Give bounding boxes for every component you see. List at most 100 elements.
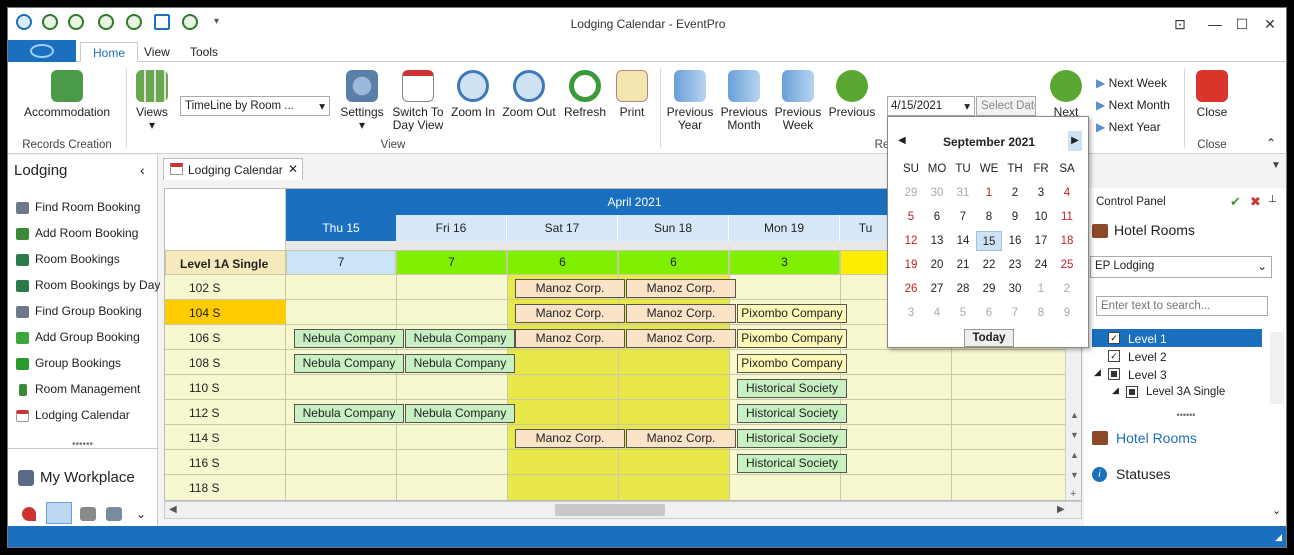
nav-item-find-room-booking[interactable]: Find Room Booking <box>16 200 140 220</box>
day-header-sat-17[interactable]: Sat 17 <box>507 215 618 241</box>
booking-pixombo[interactable]: Pixombo Company <box>737 304 847 323</box>
close-button[interactable]: Close <box>1190 70 1234 119</box>
tree-item-level-3[interactable]: ◢ Level 3 <box>1092 365 1262 383</box>
resize-grip-icon[interactable]: ◢ <box>1275 532 1282 543</box>
day-cell-selected[interactable]: 15 <box>976 231 1002 251</box>
day-header-fri-16[interactable]: Fri 16 <box>396 215 507 241</box>
day-cell[interactable]: 20 <box>924 255 950 275</box>
booking-manoz[interactable]: Manoz Corp. <box>626 304 736 323</box>
day-cell[interactable]: 17 <box>1028 231 1054 251</box>
checkbox-checked[interactable]: ✓ <box>1108 332 1120 344</box>
day-cell[interactable]: 30 <box>1002 279 1028 299</box>
nav-item-group-bookings[interactable]: Group Bookings <box>16 356 121 376</box>
nav-item-room-management[interactable]: Room Management <box>16 382 140 402</box>
panel-chevron-icon[interactable]: ⌄ <box>1272 504 1281 517</box>
day-cell[interactable]: 9 <box>1002 207 1028 227</box>
day-cell[interactable]: 2 <box>1054 279 1080 299</box>
scroll-left-icon[interactable]: ◀ <box>169 504 177 515</box>
nav-item-room-bookings[interactable]: Room Bookings <box>16 252 120 272</box>
tree-scrollbar[interactable] <box>1270 332 1284 404</box>
switch-to-day-view-button[interactable]: Switch To Day View <box>392 70 444 132</box>
checkbox-partial[interactable] <box>1126 386 1138 398</box>
date-input[interactable]: 4/15/2021 ▾ <box>887 96 975 116</box>
tree-item-level-1[interactable]: ✓ Level 1 <box>1092 329 1262 347</box>
tab-lodging-calendar[interactable]: Lodging Calendar ✕ <box>163 158 303 180</box>
booking-nebula[interactable]: Nebula Company <box>294 329 404 348</box>
day-cell[interactable]: 8 <box>1028 303 1054 323</box>
scroll-right-icon[interactable]: ▶ <box>1057 504 1065 515</box>
close-tab-icon[interactable]: ✕ <box>288 162 298 176</box>
accommodation-nav-icon[interactable] <box>46 502 72 524</box>
booking-pixombo[interactable]: Pixombo Company <box>737 354 847 373</box>
view-mode-combo[interactable]: TimeLine by Room ... ▾ <box>180 96 330 116</box>
day-cell[interactable]: 18 <box>1054 231 1080 251</box>
booking-historical-society[interactable]: Historical Society <box>737 379 847 398</box>
day-cell[interactable]: 2 <box>1002 183 1028 203</box>
booking-nebula[interactable]: Nebula Company <box>294 404 404 423</box>
day-cell[interactable]: 26 <box>898 279 924 299</box>
maximize-button[interactable]: ☐ <box>1230 14 1254 34</box>
booking-manoz[interactable]: Manoz Corp. <box>515 329 625 348</box>
pin-panel-icon[interactable]: ⊥ <box>1268 194 1277 205</box>
day-cell[interactable]: 10 <box>1028 207 1054 227</box>
day-cell[interactable]: 30 <box>924 183 950 203</box>
nav-item-add-room-booking[interactable]: Add Room Booking <box>16 226 138 246</box>
day-header-mon-19[interactable]: Mon 19 <box>729 215 840 241</box>
day-cell[interactable]: 3 <box>898 303 924 323</box>
collapse-pane-icon[interactable]: ‹ <box>140 162 145 178</box>
day-cell[interactable]: 19 <box>898 255 924 275</box>
booking-historical-society[interactable]: Historical Society <box>737 404 847 423</box>
contacts-icon[interactable] <box>106 507 122 521</box>
day-cell[interactable]: 7 <box>1002 303 1028 323</box>
next-week-button[interactable]: ▶ Next Week <box>1096 76 1167 90</box>
day-header-thu-15[interactable]: Thu 15 <box>286 215 396 241</box>
day-cell[interactable]: 28 <box>950 279 976 299</box>
accommodation-button[interactable]: Accommodation <box>22 70 112 119</box>
booking-nebula[interactable]: Nebula Company <box>405 329 515 348</box>
restore-ribbon-icon[interactable]: ⊡ <box>1168 14 1192 34</box>
print-button[interactable]: Print <box>614 70 650 119</box>
refresh-button[interactable]: Refresh <box>560 70 610 119</box>
booking-nebula[interactable]: Nebula Company <box>294 354 404 373</box>
booking-historical-society[interactable]: Historical Society <box>737 429 847 448</box>
booking-nebula[interactable]: Nebula Company <box>405 354 515 373</box>
day-cell[interactable]: 3 <box>1028 183 1054 203</box>
close-window-button[interactable]: ✕ <box>1258 14 1282 34</box>
tree-item-level-3a-single[interactable]: ◢ Level 3A Single <box>1092 383 1262 401</box>
scroll-thumb[interactable] <box>555 504 665 516</box>
views-button[interactable]: Views ▾ <box>132 70 172 132</box>
more-chevron-icon[interactable]: ⌄ <box>136 507 146 521</box>
minimize-button[interactable]: — <box>1203 14 1227 34</box>
next-month-icon[interactable]: ▶ <box>1068 131 1082 151</box>
previous-week-button[interactable]: Previous Week <box>772 70 824 132</box>
apply-check-icon[interactable]: ✔ <box>1230 194 1241 210</box>
nav-item-lodging-calendar[interactable]: Lodging Calendar <box>16 408 130 428</box>
select-date-button[interactable]: Select Date <box>976 96 1036 116</box>
booking-pixombo[interactable]: Pixombo Company <box>737 329 847 348</box>
tree-item-level-2[interactable]: ✓ Level 2 <box>1092 347 1262 365</box>
nav-item-room-bookings-by-day[interactable]: Room Bookings by Day <box>16 278 160 298</box>
tab-home[interactable]: Home <box>80 42 139 62</box>
lodging-combo[interactable]: EP Lodging ⌄ <box>1090 256 1272 278</box>
day-cell[interactable]: 31 <box>950 183 976 203</box>
tab-view[interactable]: View <box>132 42 182 62</box>
day-cell[interactable]: 6 <box>976 303 1002 323</box>
day-cell[interactable]: 4 <box>1054 183 1080 203</box>
day-cell[interactable]: 11 <box>1054 207 1080 227</box>
day-cell[interactable]: 5 <box>950 303 976 323</box>
day-cell[interactable]: 1 <box>1028 279 1054 299</box>
next-year-button[interactable]: ▶ Next Year <box>1096 120 1161 134</box>
checkbox-checked[interactable]: ✓ <box>1108 350 1120 362</box>
previous-button[interactable]: Previous <box>826 70 878 119</box>
day-cell[interactable]: 5 <box>898 207 924 227</box>
day-cell[interactable]: 21 <box>950 255 976 275</box>
next-button[interactable]: Next <box>1046 70 1086 119</box>
booking-manoz[interactable]: Manoz Corp. <box>515 279 625 298</box>
previous-month-button[interactable]: Previous Month <box>718 70 770 132</box>
checkbox-partial[interactable] <box>1108 368 1120 380</box>
statuses-link[interactable]: Statuses <box>1116 466 1170 482</box>
nav-item-add-group-booking[interactable]: Add Group Booking <box>16 330 140 350</box>
day-cell[interactable]: 8 <box>976 207 1002 227</box>
booking-manoz[interactable]: Manoz Corp. <box>626 279 736 298</box>
day-cell[interactable]: 16 <box>1002 231 1028 251</box>
